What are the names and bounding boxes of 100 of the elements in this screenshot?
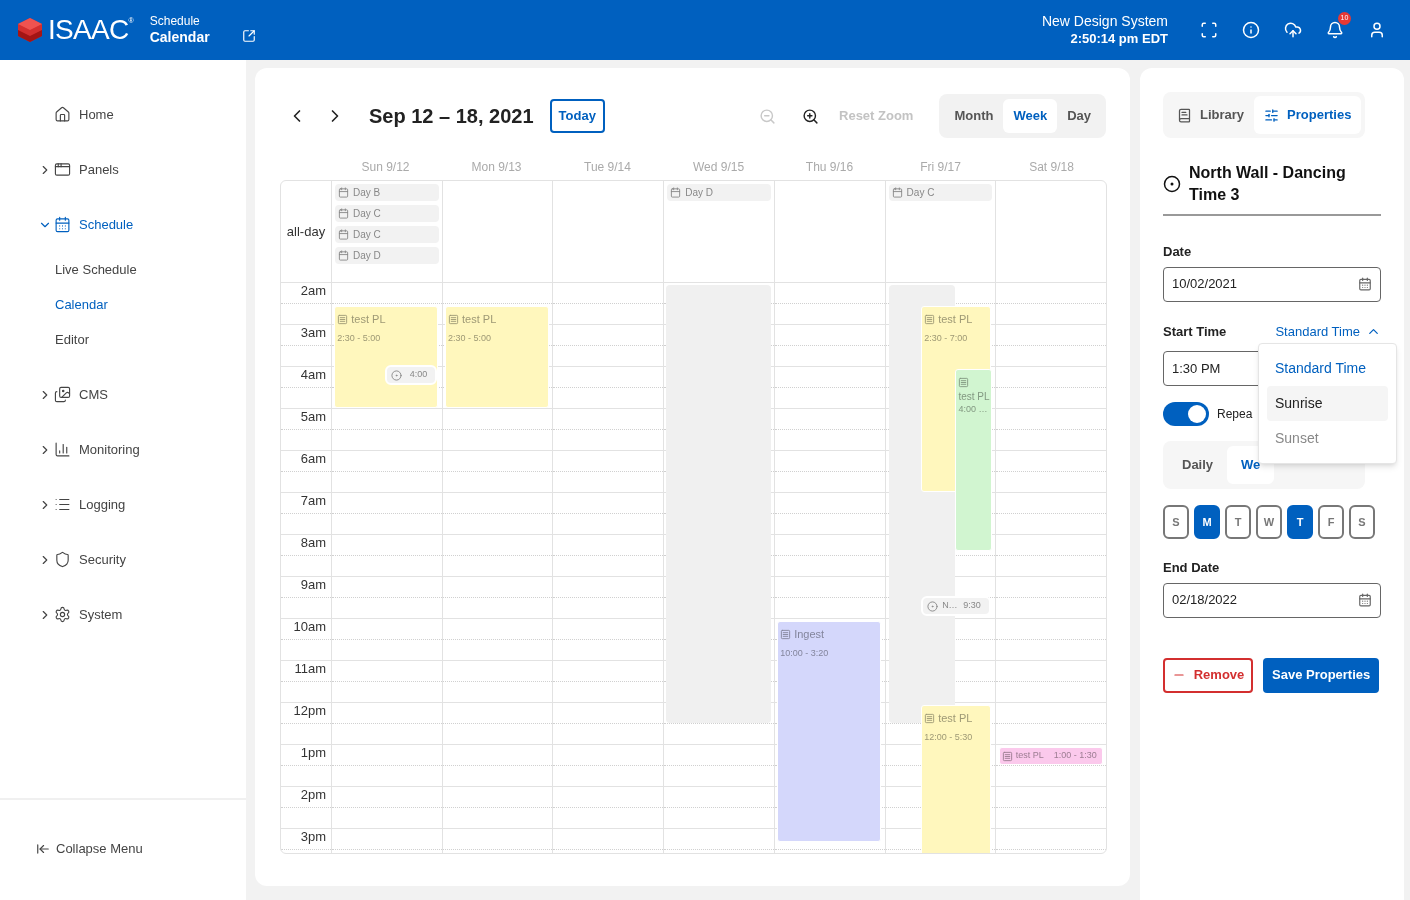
weekday-toggle[interactable]: S [1163, 505, 1189, 539]
nav-subitem[interactable]: Live Schedule [0, 252, 246, 287]
all-day-event[interactable]: Day C [888, 184, 993, 201]
images-icon [54, 386, 71, 403]
calendar-icon [1358, 277, 1372, 291]
event-time: 4:00 … [958, 403, 989, 415]
all-day-event[interactable]: Day B [335, 184, 439, 201]
event-time: 10:00 - 3:20 [780, 647, 830, 659]
day-header: Thu 9/16 [804, 159, 855, 176]
weekday-toggle[interactable]: M [1194, 505, 1220, 539]
info-icon[interactable] [1242, 21, 1260, 39]
panel-tab[interactable]: Library [1167, 96, 1255, 134]
event-title: test PL [938, 711, 973, 725]
nav-item[interactable]: Schedule [0, 197, 246, 252]
event-time: 2:30 - 5:00 [448, 332, 493, 344]
hour-label: 1pm [300, 745, 326, 762]
all-day-event[interactable]: Day C [335, 205, 439, 222]
hour-label: 8am [300, 535, 326, 552]
hour-label: 6am [300, 451, 326, 468]
book-icon [1177, 107, 1192, 123]
event-time: 2:30 - 7:00 [924, 332, 969, 344]
page-title: Calendar [149, 28, 210, 47]
brand-name: ISAAC [48, 16, 129, 44]
notifications-icon[interactable] [1326, 21, 1344, 39]
nav-item[interactable]: Panels [0, 142, 246, 197]
marker-icon [1163, 175, 1181, 193]
external-link-icon[interactable] [241, 29, 256, 43]
day-header: Sat 9/18 [1028, 159, 1075, 176]
playlist-icon [924, 314, 936, 325]
item-title: North Wall - Dancing Time 3 [1189, 163, 1347, 205]
event-title: Ingest [794, 627, 825, 641]
marker-name: N… [942, 599, 958, 613]
menu-option[interactable]: Standard Time [1267, 351, 1388, 386]
weekday-toggle[interactable]: W [1256, 505, 1282, 539]
user-icon[interactable] [1368, 21, 1386, 39]
event-time: 1:00 - 1:30 [1053, 749, 1097, 763]
today-button[interactable]: Today [549, 99, 605, 133]
view-tab[interactable]: Day [1057, 99, 1101, 133]
day-header: Sun 9/12 [360, 159, 411, 176]
nav-item[interactable]: Logging [0, 477, 246, 532]
repeat-mode-tab[interactable]: Daily [1168, 446, 1228, 484]
nav-item[interactable]: CMS [0, 367, 246, 422]
end-date-field[interactable]: 02/18/2022 [1163, 582, 1381, 618]
calendar-icon [338, 208, 349, 219]
nav-subitem[interactable]: Editor [0, 322, 246, 357]
panel-tab[interactable]: Properties [1254, 96, 1362, 134]
bar-chart-icon [54, 441, 71, 458]
sliders-icon [1264, 107, 1280, 123]
fullscreen-icon[interactable] [1200, 21, 1218, 39]
menu-option[interactable]: Sunrise [1267, 386, 1388, 421]
nav-item[interactable]: Monitoring [0, 422, 246, 477]
playlist-icon [337, 314, 349, 325]
all-day-event[interactable]: Day D [667, 184, 771, 201]
playlist-icon [448, 314, 460, 325]
system-name: New Design System [1041, 13, 1168, 31]
repeat-toggle[interactable] [1163, 402, 1209, 426]
nav-item[interactable]: Security [0, 532, 246, 587]
all-day-event[interactable]: Day C [335, 226, 439, 243]
date-field[interactable]: 10/02/2021 [1163, 266, 1381, 302]
repeat-label: Repea [1217, 406, 1253, 423]
logo-cube-icon [16, 16, 44, 44]
nav-subitem[interactable]: Calendar [0, 287, 246, 322]
date-range-title: Sep 12 – 18, 2021 [369, 104, 534, 129]
hour-label: 3pm [300, 829, 326, 846]
day-header: Fri 9/17 [919, 159, 962, 176]
save-properties-button[interactable]: Save Properties [1263, 657, 1380, 693]
upload-icon[interactable] [1284, 21, 1302, 39]
marker-icon [927, 600, 939, 612]
start-time-label: Start Time [1163, 322, 1227, 341]
shield-icon [54, 551, 71, 568]
day-header: Wed 9/15 [691, 159, 746, 176]
view-tab[interactable]: Month [944, 99, 1004, 133]
window-icon [54, 161, 71, 178]
nav-item[interactable]: System [0, 587, 246, 642]
hour-label: 4am [300, 367, 326, 384]
time-mode-dropdown[interactable]: Standard Time [1275, 321, 1381, 341]
weekday-toggle[interactable]: F [1318, 505, 1344, 539]
calendar-icon [338, 187, 349, 198]
zoom-in-icon[interactable] [802, 107, 819, 125]
playlist-icon [1001, 751, 1013, 763]
hour-label: 5am [300, 409, 326, 426]
weekday-toggle[interactable]: S [1349, 505, 1375, 539]
marker-event[interactable]: 4:00 [385, 365, 438, 385]
all-day-event[interactable]: Day D [335, 247, 439, 264]
remove-button[interactable]: Remove [1163, 657, 1253, 693]
weekday-toggle[interactable]: T [1287, 505, 1313, 539]
collapse-icon [36, 842, 50, 856]
hour-label: 2am [300, 283, 326, 300]
all-day-label: all-day [286, 222, 326, 241]
list-icon [54, 496, 71, 513]
event-time: 2:30 - 5:00 [337, 332, 382, 344]
calendar-icon [54, 216, 71, 233]
view-tab[interactable]: Week [1003, 99, 1058, 133]
weekday-toggle[interactable]: T [1225, 505, 1251, 539]
marker-event[interactable]: N… 9:30 [921, 596, 991, 616]
collapse-menu-button[interactable]: Collapse Menu [36, 839, 143, 859]
hour-label: 11am [294, 661, 326, 678]
playlist-icon [780, 629, 792, 640]
event-time: 12:00 - 5:30 [924, 731, 974, 743]
nav-item[interactable]: Home [0, 87, 246, 142]
